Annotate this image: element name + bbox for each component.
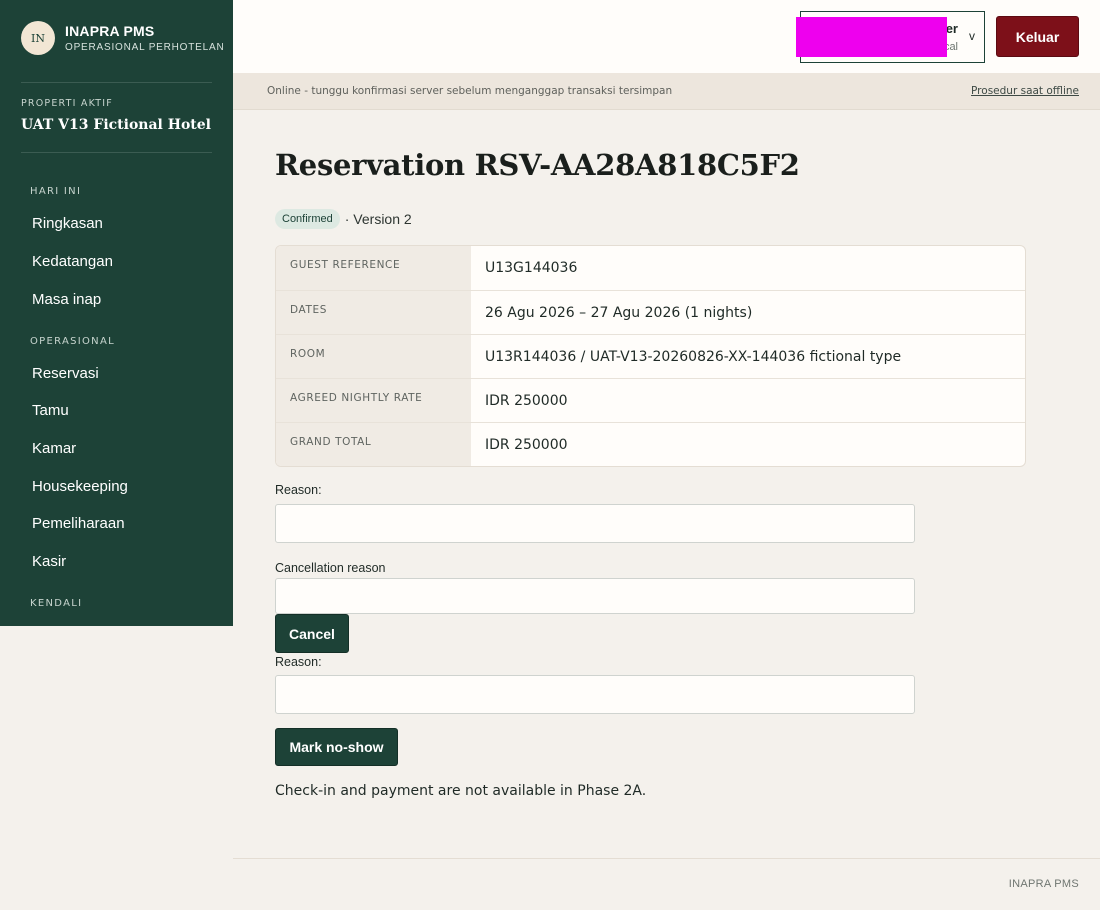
reason-label: Reason:	[275, 483, 322, 497]
sidebar-item-kasir[interactable]: Kasir	[32, 553, 66, 570]
detail-value: IDR 250000	[485, 437, 568, 453]
detail-value: U13R144036 / UAT-V13-20260826-XX-144036 …	[485, 349, 902, 365]
cancellation-reason-input[interactable]	[275, 578, 915, 614]
detail-label: DATES	[276, 291, 471, 334]
sidebar-item-masa-inap[interactable]: Masa inap	[32, 291, 101, 308]
sidebar-item-tamu[interactable]: Tamu	[32, 402, 69, 419]
nav-section-operations: OPERASIONAL	[30, 336, 115, 347]
user-name: er	[945, 21, 958, 36]
sidebar-item-pemeliharaan[interactable]: Pemeliharaan	[32, 515, 125, 532]
sidebar: IN INAPRA PMS OPERASIONAL PERHOTELAN PRO…	[0, 0, 233, 626]
brand-subtitle: OPERASIONAL PERHOTELAN	[65, 42, 225, 53]
brand-logo: IN	[21, 21, 55, 55]
detail-row-room: ROOM U13R144036 / UAT-V13-20260826-XX-14…	[276, 334, 1025, 378]
sidebar-item-housekeeping[interactable]: Housekeeping	[32, 478, 128, 495]
page-title: Reservation RSV-AA28A818C5F2	[275, 148, 800, 182]
brand[interactable]: IN INAPRA PMS OPERASIONAL PERHOTELAN	[21, 21, 225, 55]
detail-value: 26 Agu 2026 – 27 Agu 2026 (1 nights)	[485, 305, 753, 321]
connection-status-text: Online - tunggu konfirmasi server sebelu…	[267, 85, 673, 97]
detail-label: GRAND TOTAL	[276, 423, 471, 466]
sidebar-item-ringkasan[interactable]: Ringkasan	[32, 215, 103, 232]
redaction-block	[796, 17, 947, 57]
connection-status-bar: Online - tunggu konfirmasi server sebelu…	[233, 73, 1100, 110]
active-property-label: PROPERTI AKTIF	[21, 98, 113, 109]
sidebar-item-kedatangan[interactable]: Kedatangan	[32, 253, 113, 270]
no-show-reason-input[interactable]	[275, 675, 915, 714]
footer-brand: INAPRA PMS	[1008, 878, 1079, 890]
phase-note: Check-in and payment are not available i…	[275, 783, 647, 799]
user-menu[interactable]: er cal v	[796, 11, 985, 63]
sidebar-divider	[21, 82, 212, 83]
detail-label: AGREED NIGHTLY RATE	[276, 379, 471, 422]
detail-row-grand-total: GRAND TOTAL IDR 250000	[276, 422, 1025, 466]
active-property-name: UAT V13 Fictional Hotel	[21, 117, 211, 133]
detail-row-dates: DATES 26 Agu 2026 – 27 Agu 2026 (1 night…	[276, 290, 1025, 334]
detail-label: ROOM	[276, 335, 471, 378]
status-badge: Confirmed	[275, 209, 340, 229]
detail-value: U13G144036	[485, 260, 578, 276]
detail-value: IDR 250000	[485, 393, 568, 409]
sidebar-item-reservasi[interactable]: Reservasi	[32, 365, 99, 382]
reason-input[interactable]	[275, 504, 915, 543]
chevron-down-icon: v	[969, 29, 975, 43]
detail-row-guest-reference: GUEST REFERENCE U13G144036	[276, 246, 1025, 290]
reservation-details-table: GUEST REFERENCE U13G144036 DATES 26 Agu …	[275, 245, 1026, 467]
detail-label: GUEST REFERENCE	[276, 246, 471, 290]
brand-text: INAPRA PMS OPERASIONAL PERHOTELAN	[65, 23, 225, 53]
footer-divider	[233, 858, 1100, 859]
cancel-button[interactable]: Cancel	[275, 614, 349, 653]
offline-procedure-link[interactable]: Prosedur saat offline	[971, 85, 1079, 97]
cancellation-reason-label: Cancellation reason	[275, 561, 386, 575]
brand-name: INAPRA PMS	[65, 23, 155, 39]
no-show-reason-label: Reason:	[275, 655, 322, 669]
version-label: · Version 2	[344, 211, 412, 227]
logout-button[interactable]: Keluar	[996, 16, 1079, 57]
detail-row-nightly-rate: AGREED NIGHTLY RATE IDR 250000	[276, 378, 1025, 422]
nav-section-today: HARI INI	[30, 186, 82, 197]
sidebar-item-kamar[interactable]: Kamar	[32, 440, 76, 457]
sidebar-divider	[21, 152, 212, 153]
nav-section-control: KENDALI	[30, 598, 83, 609]
reservation-status-line: Confirmed · Version 2	[275, 209, 412, 229]
mark-no-show-button[interactable]: Mark no-show	[275, 728, 398, 766]
